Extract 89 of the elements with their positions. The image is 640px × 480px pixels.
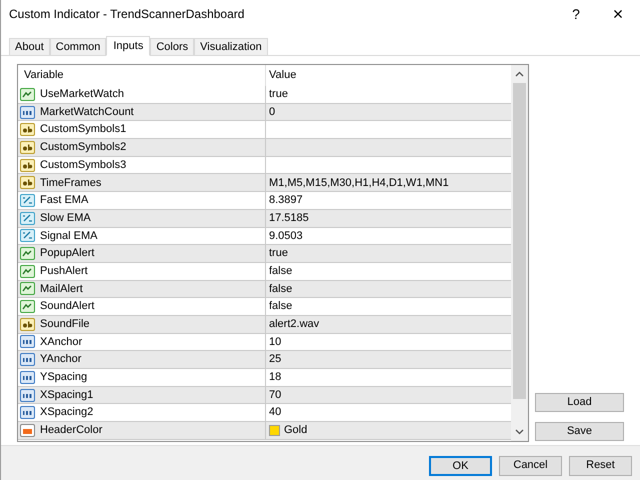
- table-row[interactable]: XSpacing2 40: [18, 404, 511, 422]
- letters-icon: [20, 140, 35, 154]
- scroll-up-icon[interactable]: [515, 71, 524, 77]
- variable-value: 70: [269, 388, 282, 403]
- variable-value: Gold: [284, 423, 308, 438]
- number-icon: [20, 406, 35, 420]
- table-row[interactable]: Signal EMA 9.0503: [18, 228, 511, 246]
- table-row[interactable]: YSpacing 18: [18, 369, 511, 387]
- variable-name: SoundAlert: [40, 299, 94, 314]
- variable-value: false: [269, 264, 292, 279]
- number-icon: [20, 370, 35, 384]
- variable-name: CustomSymbols2: [40, 140, 126, 156]
- table-row[interactable]: CustomSymbols3: [18, 156, 511, 174]
- number-icon: [20, 353, 35, 366]
- variable-name: CustomSymbols3: [40, 158, 126, 173]
- letters-icon: [20, 318, 35, 331]
- table-row[interactable]: Fast EMA 8.3897: [18, 192, 511, 210]
- variable-value: false: [269, 282, 292, 297]
- variable-name: HeaderColor: [40, 423, 102, 438]
- tab[interactable]: Colors: [150, 38, 194, 55]
- letters-icon: [20, 158, 35, 172]
- tab[interactable]: Common: [50, 38, 106, 55]
- variable-name: YSpacing: [40, 370, 88, 386]
- variable-value: true: [269, 246, 288, 262]
- table-row[interactable]: PopupAlert true: [18, 245, 511, 263]
- variable-value: true: [269, 87, 288, 102]
- table-row[interactable]: MarketWatchCount 0: [18, 104, 511, 122]
- help-button[interactable]: ?: [556, 0, 596, 28]
- variable-value: M1,M5,M15,M30,H1,H4,D1,W1,MN1: [269, 176, 449, 191]
- fraction-icon: [20, 212, 35, 225]
- letters-icon: [20, 123, 35, 136]
- tab[interactable]: Visualization: [194, 38, 268, 55]
- table-row[interactable]: MailAlert false: [18, 280, 511, 298]
- tab[interactable]: About: [9, 38, 50, 55]
- scroll-thumb[interactable]: [513, 83, 526, 399]
- table-row[interactable]: XAnchor 10: [18, 334, 511, 352]
- fraction-icon: [20, 229, 35, 242]
- table-row[interactable]: Slow EMA 17.5185: [18, 210, 511, 228]
- close-button[interactable]: ×: [596, 0, 640, 28]
- table-row[interactable]: CustomSymbols2: [18, 139, 511, 157]
- dialog-button[interactable]: OK: [429, 456, 492, 476]
- table-row[interactable]: TimeFrames M1,M5,M15,M30,H1,H4,D1,W1,MN1: [18, 174, 511, 192]
- dialog-button[interactable]: Cancel: [499, 456, 562, 476]
- column-header[interactable]: Value: [266, 65, 511, 86]
- variable-value: 40: [269, 405, 282, 420]
- variable-name: MarketWatchCount: [40, 104, 134, 120]
- table-row[interactable]: CustomSymbols1: [18, 121, 511, 140]
- variable-name: SoundFile: [40, 317, 90, 332]
- window-title: Custom Indicator - TrendScannerDashboard: [9, 6, 244, 23]
- variable-name: XAnchor: [40, 334, 82, 350]
- table-row[interactable]: XSpacing1 70: [18, 386, 511, 404]
- side-button[interactable]: Save: [535, 422, 624, 441]
- variable-value: 10: [269, 334, 282, 350]
- tab[interactable]: Inputs: [106, 36, 150, 56]
- table-row[interactable]: UseMarketWatch true: [18, 86, 511, 104]
- variable-value: alert2.wav: [269, 317, 320, 332]
- variable-name: XSpacing1: [40, 388, 94, 403]
- variable-value: 9.0503: [269, 228, 303, 244]
- variable-value: 0: [269, 104, 276, 120]
- variable-value: 18: [269, 370, 282, 386]
- dialog-button[interactable]: Reset: [569, 456, 632, 476]
- table-row[interactable]: PushAlert false: [18, 262, 511, 281]
- scroll-down-icon[interactable]: [515, 429, 524, 435]
- table-row[interactable]: HeaderColor Gold: [18, 422, 511, 440]
- number-icon: [20, 335, 35, 348]
- scrollbar[interactable]: [511, 65, 528, 441]
- variable-value: 8.3897: [269, 193, 303, 208]
- table-row[interactable]: SoundAlert false: [18, 298, 511, 316]
- variable-name: UseMarketWatch: [40, 87, 124, 102]
- variable-value: 25: [269, 352, 282, 368]
- variable-name: MailAlert: [40, 282, 83, 297]
- table-row[interactable]: YAnchor 25: [18, 351, 511, 369]
- letters-icon: [20, 176, 35, 190]
- variable-name: PushAlert: [40, 264, 88, 279]
- variable-name: CustomSymbols1: [40, 122, 126, 138]
- variable-name: XSpacing2: [40, 405, 94, 420]
- variable-name: Signal EMA: [40, 228, 98, 244]
- variable-value: false: [269, 299, 292, 314]
- variable-name: PopupAlert: [40, 246, 94, 262]
- variable-name: TimeFrames: [40, 176, 102, 191]
- number-icon: [20, 106, 35, 119]
- side-button[interactable]: Load: [535, 393, 624, 412]
- number-icon: [20, 388, 35, 402]
- table-row[interactable]: SoundFile alert2.wav: [18, 316, 511, 334]
- variable-value: 17.5185: [269, 210, 309, 226]
- variable-name: Fast EMA: [40, 193, 88, 208]
- variable-name: Slow EMA: [40, 210, 91, 226]
- fraction-icon: [20, 194, 35, 207]
- variable-name: YAnchor: [40, 352, 82, 368]
